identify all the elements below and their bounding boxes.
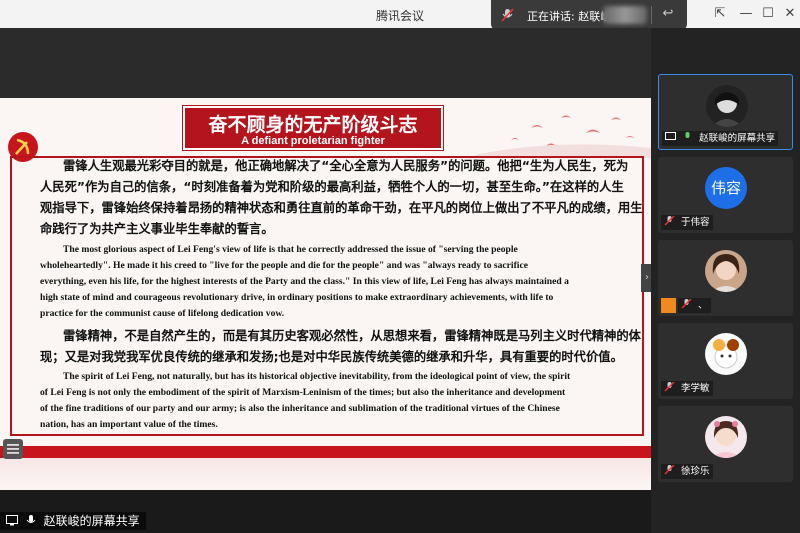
en-line: nation, has an important value of the ti… <box>40 419 218 430</box>
mic-muted-icon <box>664 382 675 392</box>
slide-footer-fade <box>0 458 651 490</box>
avatar <box>705 416 747 458</box>
minimize-icon[interactable]: — <box>734 4 758 24</box>
top-margin <box>0 28 651 98</box>
en-line: wholeheartedly". He made it his creed to… <box>40 260 528 271</box>
en-line: of the fine traditions of our party and … <box>40 403 560 414</box>
participant-tile[interactable]: 李学敏 <box>658 323 793 399</box>
pin-icon[interactable]: ⇱ <box>708 4 732 24</box>
screen-share-icon <box>665 132 676 140</box>
user-icon <box>661 298 676 313</box>
avatar <box>705 250 747 292</box>
screen-share-label: 赵联峻的屏幕共享 <box>0 512 146 530</box>
mic-icon <box>685 132 690 138</box>
zh-line: 雷锋人生观最光彩夺目的就是，他正确地解决了“全心全意为人民服务”的问题。他把“生… <box>63 159 629 173</box>
mic-icon <box>26 515 36 523</box>
return-icon[interactable]: ↩ <box>657 6 679 24</box>
zh-line: 雷锋精神，不是自然产生的，而是有其历史客观必然性，从思想来看，雷锋精神既是马列主… <box>63 329 641 343</box>
mic-muted-icon <box>501 8 514 22</box>
mic-muted-icon <box>664 216 675 226</box>
menu-icon[interactable] <box>2 438 24 460</box>
zh-line: 人民死”作为自己的信条，“时刻准备着为党和阶级的最高利益，牺牲个人的一切，甚至生… <box>40 180 624 194</box>
participant-tile[interactable]: 徐珍乐 <box>658 406 793 482</box>
en-line: of Lei Feng is not only the embodiment o… <box>40 387 566 398</box>
participant-name: 赵联峻的屏幕共享 <box>662 131 779 146</box>
zh-line: 命践行了为共产主义事业毕生奉献的誓言。 <box>40 222 274 236</box>
speaking-indicator: 正在讲话: 赵联峻 ↩ <box>491 0 687 30</box>
maximize-icon[interactable]: ☐ <box>756 4 780 24</box>
participant-name: 李学敏 <box>661 381 713 396</box>
avatar <box>706 85 748 127</box>
speaking-label: 正在讲话: 赵联峻 <box>527 10 612 23</box>
slide-title-box: 奋不顾身的无产阶级斗志 A defiant proletarian fighte… <box>182 105 444 151</box>
shared-screen-area: 奋不顾身的无产阶级斗志 A defiant proletarian fighte… <box>0 28 653 533</box>
avatar: 伟容 <box>705 167 747 209</box>
share-label-text: 赵联峻的屏幕共享 <box>43 514 140 528</box>
participant-tile[interactable]: 赵联峻的屏幕共享 <box>658 74 793 150</box>
presentation-slide: 奋不顾身的无产阶级斗志 A defiant proletarian fighte… <box>0 98 651 490</box>
en-line: everything, even his life, for the highe… <box>40 276 569 287</box>
en-line: high state of mind and courageous revolu… <box>40 292 554 303</box>
bird-decoration <box>471 115 651 158</box>
participant-name: 徐珍乐 <box>661 464 713 479</box>
participant-sidebar: 赵联峻的屏幕共享 伟容 于伟容 、 李学敏 徐珍乐 <box>651 28 800 533</box>
participant-tile[interactable]: 、 <box>658 240 793 316</box>
speaker-avatar-blur <box>603 6 647 24</box>
divider <box>651 6 652 24</box>
participant-name: 、 <box>678 298 711 313</box>
mic-muted-icon <box>681 299 692 309</box>
close-icon[interactable]: ✕ <box>778 4 800 24</box>
screen-share-icon <box>6 515 18 526</box>
zh-line: 观指导下，雷锋始终保持着昂扬的精神状态和勇往直前的革命干劲，在平凡的岗位上做出了… <box>40 201 643 215</box>
slide-title-zh: 奋不顾身的无产阶级斗志 <box>208 114 418 136</box>
mic-muted-icon <box>664 465 675 475</box>
avatar <box>705 333 747 375</box>
en-line: The most glorious aspect of Lei Feng's v… <box>63 244 518 255</box>
en-line: practice for the communist cause of life… <box>40 308 285 319</box>
meeting-window: 腾讯会议 ⇱ — ☐ ✕ 正在讲话: 赵联峻 ↩ 奋不顾身的无产阶级斗志 A d… <box>0 0 800 533</box>
zh-line: 现；又是对我党我军优良传统的继承和发扬;也是对中华民族传统美德的继承和升华，具有… <box>40 350 623 364</box>
participant-tile[interactable]: 伟容 于伟容 <box>658 157 793 233</box>
slide-title-en: A defiant proletarian fighter <box>241 135 385 147</box>
slide-footer-band <box>0 446 651 458</box>
participant-name: 于伟容 <box>661 215 713 230</box>
en-line: The spirit of Lei Feng, not naturally, b… <box>63 371 571 382</box>
